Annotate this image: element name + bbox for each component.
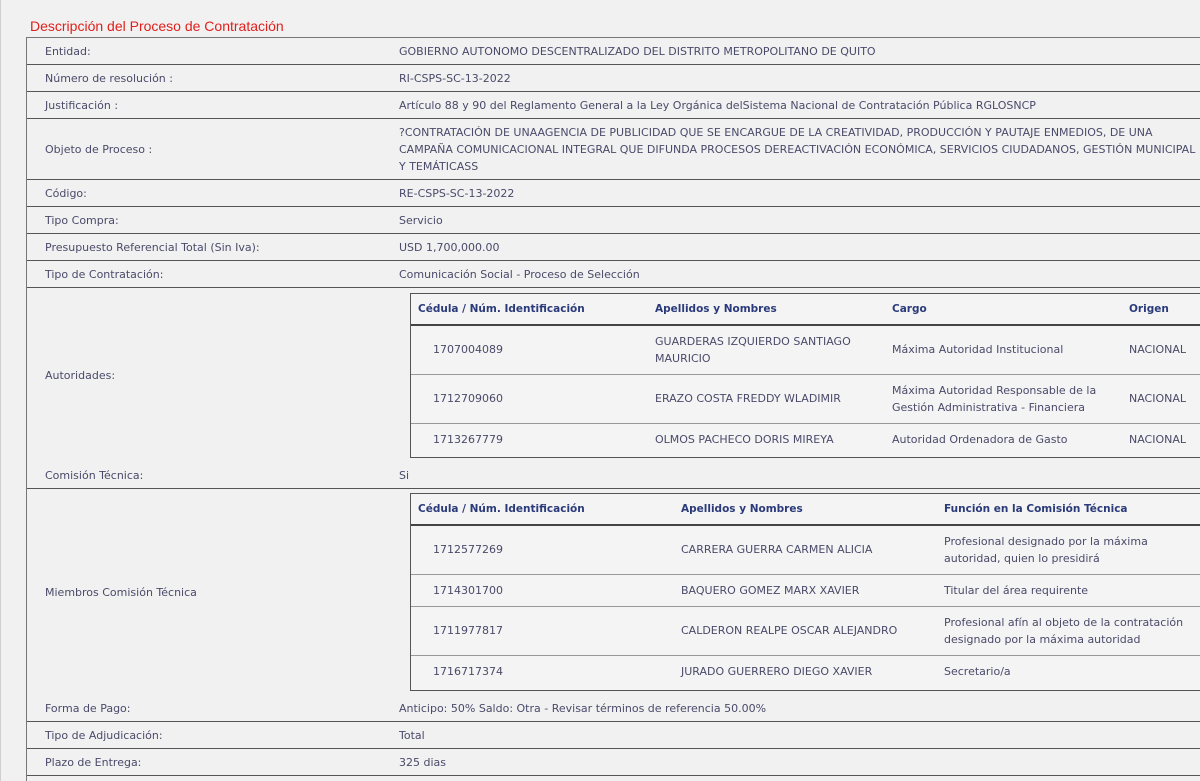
comision-header-nombres: Apellidos y Nombres xyxy=(674,494,937,526)
autoridades-header-nombres: Apellidos y Nombres xyxy=(648,294,885,326)
funcion-cell: Titular del área requirente xyxy=(937,574,1200,607)
origen-cell: NACIONAL xyxy=(1129,432,1187,446)
plazo-label: Plazo de Entrega: xyxy=(45,755,142,769)
autoridades-header-row: Cédula / Núm. Identificación Apellidos y… xyxy=(411,294,1200,326)
funcion-cell: Profesional afín al objeto de la contrat… xyxy=(937,606,1200,656)
row-tipo-compra: Tipo Compra: Servicio xyxy=(27,207,1200,234)
row-tipo-adjudicacion: Tipo de Adjudicación: Total xyxy=(27,722,1200,749)
comision-table: Cédula / Núm. Identificación Apellidos y… xyxy=(410,493,1200,691)
numero-resolucion-label: Número de resolución : xyxy=(45,71,173,85)
comision-header-row: Cédula / Núm. Identificación Apellidos y… xyxy=(411,494,1200,526)
table-row: 1712709060 ERAZO COSTA FREDDY WLADIMIR M… xyxy=(411,374,1200,424)
table-row: 1712577269 CARRERA GUERRA CARMEN ALICIA … xyxy=(411,525,1200,575)
plazo-value: 325 dias xyxy=(399,755,447,769)
tipo-adjudicacion-value: Total xyxy=(399,728,425,742)
table-row: 1711977817 CALDERON REALPE OSCAR ALEJAND… xyxy=(411,606,1200,656)
presupuesto-label: Presupuesto Referencial Total (Sin Iva): xyxy=(45,240,260,254)
table-row: 1714301700 BAQUERO GOMEZ MARX XAVIER Tit… xyxy=(411,574,1200,607)
row-entidad: Entidad: GOBIERNO AUTONOMO DESCENTRALIZA… xyxy=(27,38,1200,65)
funcion-cell: Secretario/a xyxy=(944,664,1011,678)
autoridades-header-origen: Origen xyxy=(1122,294,1200,326)
comision-header-cedula: Cédula / Núm. Identificación xyxy=(411,494,674,526)
forma-pago-value: Anticipo: 50% Saldo: Otra - Revisar térm… xyxy=(399,701,767,715)
row-justificacion: Justificación : Artículo 88 y 90 del Reg… xyxy=(27,92,1200,119)
origen-cell: NACIONAL xyxy=(1122,325,1200,375)
numero-resolucion-value: RI-CSPS-SC-13-2022 xyxy=(399,71,511,85)
cedula-cell: 1716717374 xyxy=(433,664,503,678)
cedula-cell: 1711977817 xyxy=(411,606,674,656)
cedula-cell: 1707004089 xyxy=(411,325,648,375)
cedula-cell: 1712577269 xyxy=(411,525,674,575)
origen-cell: NACIONAL xyxy=(1122,374,1200,424)
row-codigo: Código: RE-CSPS-SC-13-2022 xyxy=(27,180,1200,207)
justificacion-label: Justificación : xyxy=(45,98,119,112)
cargo-cell: Máxima Autoridad Responsable de la Gesti… xyxy=(885,374,1122,424)
nombres-cell: GUARDERAS IZQUIERDO SANTIAGO MAURICIO xyxy=(648,325,885,375)
autoridades-header-cedula: Cédula / Núm. Identificación xyxy=(411,294,648,326)
cedula-cell: 1714301700 xyxy=(411,574,674,607)
process-details-panel: Entidad: GOBIERNO AUTONOMO DESCENTRALIZA… xyxy=(26,37,1200,781)
codigo-value: RE-CSPS-SC-13-2022 xyxy=(399,186,515,200)
nombres-cell: CALDERON REALPE OSCAR ALEJANDRO xyxy=(674,606,937,656)
comision-value: Si xyxy=(399,468,410,482)
tipo-contratacion-value: Comunicación Social - Proceso de Selecci… xyxy=(399,267,640,281)
codigo-label: Código: xyxy=(45,186,87,200)
presupuesto-value: USD 1,700,000.00 xyxy=(399,240,500,254)
forma-pago-label: Forma de Pago: xyxy=(45,701,131,715)
cargo-cell: Máxima Autoridad Institucional xyxy=(885,325,1122,375)
row-autoridades: Autoridades: Cédula / Núm. Identificació… xyxy=(27,288,1200,462)
tipo-compra-label: Tipo Compra: xyxy=(45,213,119,227)
row-comision: Comisión Técnica: Si xyxy=(27,462,1200,489)
autoridades-table: Cédula / Núm. Identificación Apellidos y… xyxy=(410,293,1200,458)
row-forma-pago: Forma de Pago: Anticipo: 50% Saldo: Otra… xyxy=(27,695,1200,722)
row-numero-resolucion: Número de resolución : RI-CSPS-SC-13-202… xyxy=(27,65,1200,92)
funcion-cell: Profesional designado por la máxima auto… xyxy=(937,525,1200,575)
table-row: 1707004089 GUARDERAS IZQUIERDO SANTIAGO … xyxy=(411,325,1200,375)
row-tipo-contratacion: Tipo de Contratación: Comunicación Socia… xyxy=(27,261,1200,288)
page-frame: Descripción del Proceso de Contratación … xyxy=(0,0,1200,781)
nombres-cell: BAQUERO GOMEZ MARX XAVIER xyxy=(674,574,937,607)
nombres-cell: ERAZO COSTA FREDDY WLADIMIR xyxy=(648,374,885,424)
miembros-label: Miembros Comisión Técnica xyxy=(45,585,197,599)
comision-header-funcion: Función en la Comisión Técnica xyxy=(937,494,1200,526)
tipo-compra-value: Servicio xyxy=(399,213,443,227)
autoridades-label: Autoridades: xyxy=(45,368,116,382)
table-row: 1713267779 OLMOS PACHECO DORIS MIREYA Au… xyxy=(411,423,1200,455)
objeto-value: ?CONTRATACIÓN DE UNAAGENCIA DE PUBLICIDA… xyxy=(399,125,1196,173)
entidad-label: Entidad: xyxy=(45,44,91,58)
nombres-cell: JURADO GUERRERO DIEGO XAVIER xyxy=(681,664,873,678)
comision-label: Comisión Técnica: xyxy=(45,468,144,482)
tipo-contratacion-label: Tipo de Contratación: xyxy=(45,267,164,281)
tipo-adjudicacion-label: Tipo de Adjudicación: xyxy=(45,728,163,742)
autoridades-header-cargo: Cargo xyxy=(885,294,1122,326)
justificacion-value: Artículo 88 y 90 del Reglamento General … xyxy=(399,98,1036,112)
row-presupuesto: Presupuesto Referencial Total (Sin Iva):… xyxy=(27,234,1200,261)
cargo-cell: Autoridad Ordenadora de Gasto xyxy=(892,432,1068,446)
nombres-cell: OLMOS PACHECO DORIS MIREYA xyxy=(655,432,834,446)
row-plazo: Plazo de Entrega: 325 dias xyxy=(27,749,1200,776)
row-miembros: Miembros Comisión Técnica Cédula / Núm. … xyxy=(27,489,1200,695)
entidad-value: GOBIERNO AUTONOMO DESCENTRALIZADO DEL DI… xyxy=(399,44,876,58)
section-title: Descripción del Proceso de Contratación xyxy=(30,18,284,34)
cedula-cell: 1713267779 xyxy=(433,432,503,446)
cedula-cell: 1712709060 xyxy=(411,374,648,424)
nombres-cell: CARRERA GUERRA CARMEN ALICIA xyxy=(674,525,937,575)
objeto-label: Objeto de Proceso : xyxy=(45,142,153,156)
row-objeto: Objeto de Proceso : ?CONTRATACIÓN DE UNA… xyxy=(27,119,1200,180)
table-row: 1716717374 JURADO GUERRERO DIEGO XAVIER … xyxy=(411,655,1200,687)
